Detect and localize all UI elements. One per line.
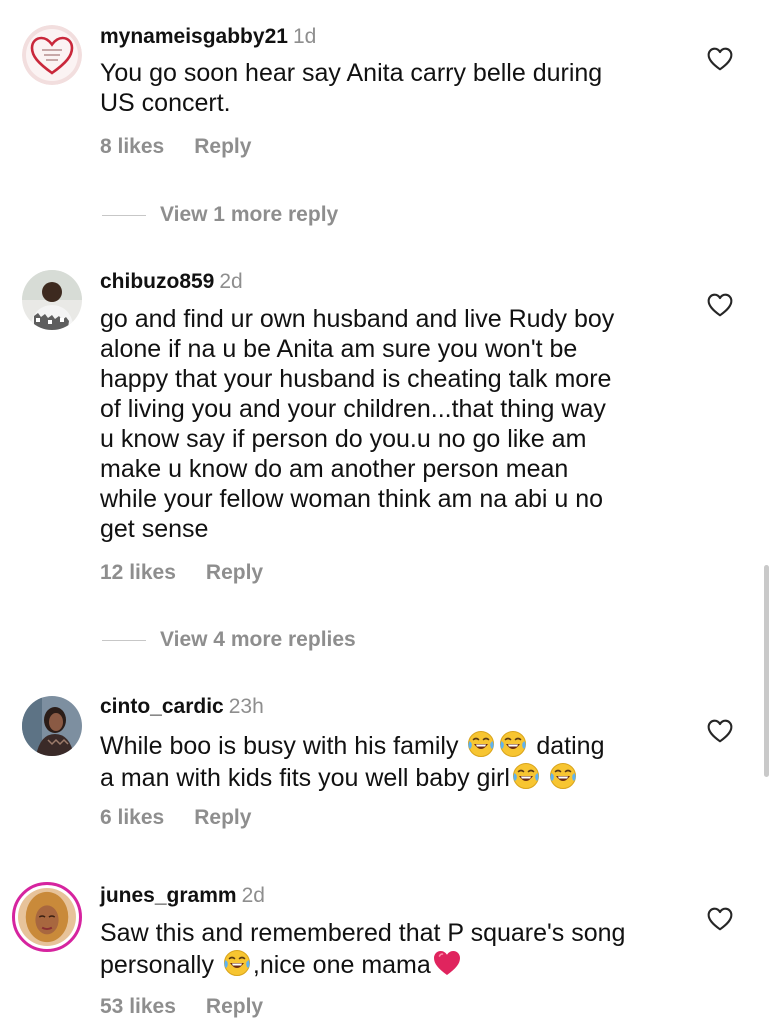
- comment-text-line: Saw this and remembered that P square's …: [100, 919, 626, 947]
- comment-text: While boo is busy with his family dating…: [100, 729, 690, 793]
- timestamp: 2d: [219, 270, 243, 293]
- comment-text: You go soon hear say Anita carry belle d…: [100, 58, 690, 118]
- timestamp: 1d: [292, 25, 317, 48]
- comment-text-line: while your fellow woman think am na abi …: [100, 485, 604, 513]
- username[interactable]: junes_gramm: [100, 884, 237, 907]
- username[interactable]: mynameisgabby21: [100, 25, 288, 48]
- view-more-label: View 1 more reply: [160, 203, 339, 226]
- comment-header: cinto_cardic 23h: [100, 694, 264, 720]
- comment-actions: 6 likes Reply: [100, 805, 251, 831]
- heart-logo-avatar[interactable]: [22, 25, 82, 85]
- comment-actions: 53 likes Reply: [100, 994, 263, 1020]
- face-with-tears-of-joy-emoji: [511, 761, 541, 791]
- face-with-tears-of-joy-emoji: [466, 729, 496, 759]
- like-heart-icon[interactable]: [707, 907, 733, 931]
- comment-text-line: You go soon hear say Anita carry belle d…: [100, 59, 603, 87]
- comment-text-line: get sense: [100, 515, 209, 543]
- comment-text: go and find ur own husband and live Rudy…: [100, 304, 690, 544]
- comment-text-line: a man with kids fits you well baby girl: [100, 761, 690, 793]
- comment-text-line: While boo is busy with his family dating: [100, 729, 690, 761]
- person-photo-avatar[interactable]: [22, 696, 82, 756]
- view-more-label: View 4 more replies: [160, 628, 356, 651]
- comment-text-line: alone if na u be Anita am sure you won't…: [100, 335, 578, 363]
- comment-header: junes_gramm 2d: [100, 883, 265, 909]
- comment-actions: 8 likes Reply: [100, 134, 251, 160]
- comment-text-line: personally ,nice one mama: [100, 948, 690, 980]
- face-with-tears-of-joy-emoji: [548, 761, 578, 791]
- comment-text-line: go and find ur own husband and live Rudy…: [100, 305, 615, 333]
- story-ring-avatar[interactable]: [12, 882, 82, 952]
- face-with-tears-of-joy-emoji: [222, 948, 252, 978]
- comment-header: chibuzo859 2d: [100, 269, 243, 295]
- likes-count[interactable]: 6 likes: [100, 806, 164, 829]
- person-photo-avatar[interactable]: [22, 270, 82, 330]
- comment-text-line: happy that your husband is cheating talk…: [100, 365, 612, 393]
- view-replies-divider: [102, 639, 146, 641]
- like-heart-icon[interactable]: [707, 719, 733, 743]
- comment-header: mynameisgabby21 1d: [100, 24, 316, 50]
- likes-count[interactable]: 12 likes: [100, 561, 176, 584]
- like-heart-icon[interactable]: [707, 47, 733, 71]
- username[interactable]: cinto_cardic: [100, 695, 224, 718]
- comments-page: mynameisgabby21 1d You go soon hear say A…: [0, 0, 777, 1024]
- text-segment: a man with kids fits you well baby girl: [100, 764, 510, 792]
- red-heart-emoji: [432, 948, 462, 978]
- view-more-replies-button[interactable]: View 1 more reply: [102, 202, 338, 228]
- avatar-photo: [18, 888, 76, 946]
- like-heart-icon[interactable]: [707, 293, 733, 317]
- face-with-tears-of-joy-emoji: [498, 729, 528, 759]
- likes-count[interactable]: 53 likes: [100, 995, 176, 1018]
- comment-text-line: US concert.: [100, 89, 231, 117]
- timestamp: 2d: [241, 884, 265, 907]
- text-segment: personally: [100, 951, 221, 979]
- username[interactable]: chibuzo859: [100, 270, 214, 293]
- reply-button[interactable]: Reply: [206, 995, 263, 1018]
- view-replies-divider: [102, 214, 146, 216]
- text-segment: While boo is busy with his family: [100, 732, 466, 760]
- timestamp: 23h: [228, 695, 264, 718]
- likes-count[interactable]: 8 likes: [100, 135, 164, 158]
- reply-button[interactable]: Reply: [194, 135, 251, 158]
- comment-text: Saw this and remembered that P square's …: [100, 918, 690, 980]
- comment-actions: 12 likes Reply: [100, 560, 263, 586]
- text-segment: ,nice one mama: [252, 951, 431, 979]
- comment-text-line: of living you and your children...that t…: [100, 395, 606, 423]
- text-segment: dating: [529, 732, 605, 760]
- comment-text-line: make u know do am another person mean: [100, 455, 569, 483]
- view-more-replies-button[interactable]: View 4 more replies: [102, 627, 356, 653]
- comment-text-line: u know say if person do you.u no go like…: [100, 425, 587, 453]
- scrollbar[interactable]: [764, 565, 769, 777]
- reply-button[interactable]: Reply: [206, 561, 263, 584]
- reply-button[interactable]: Reply: [194, 806, 251, 829]
